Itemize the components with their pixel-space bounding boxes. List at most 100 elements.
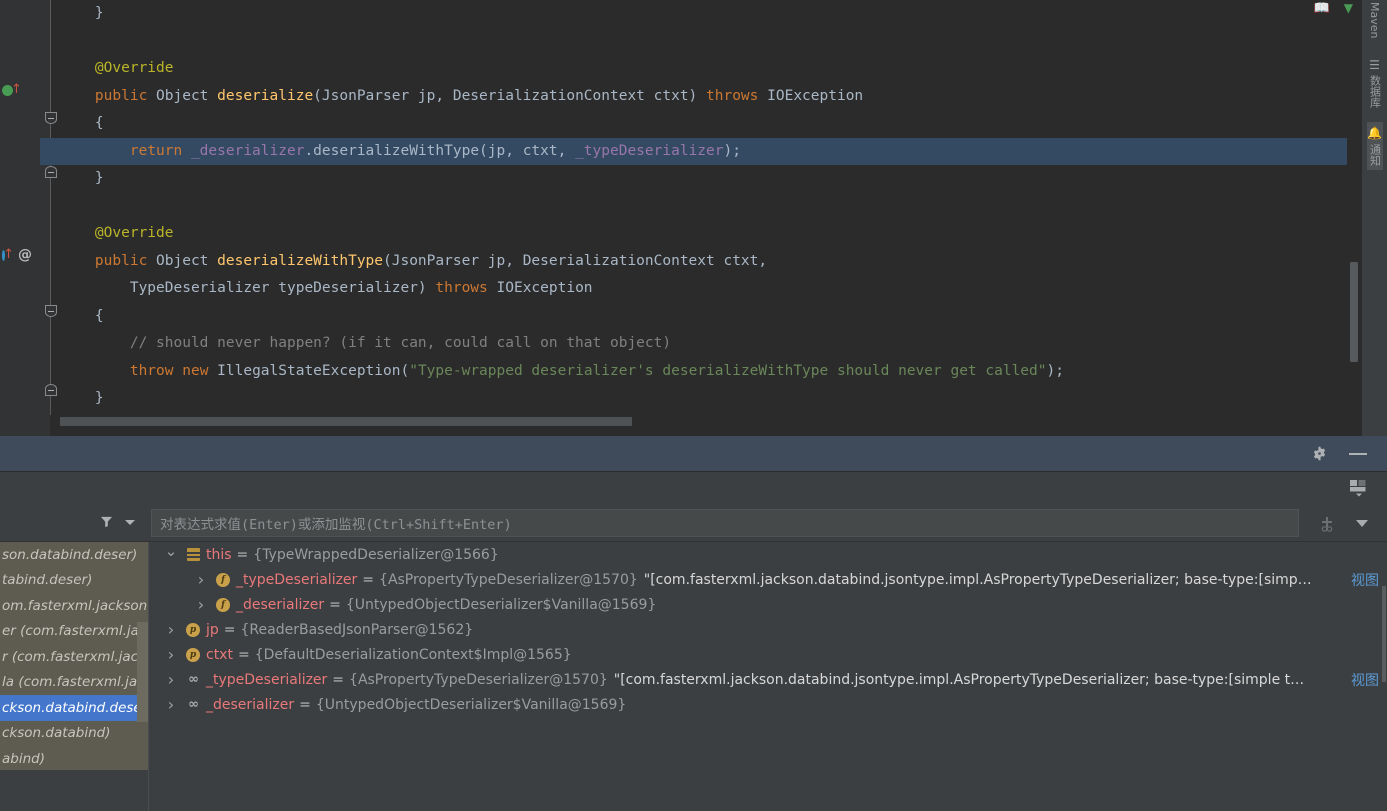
variables-vertical-scrollbar[interactable] <box>1381 542 1387 811</box>
frame-row[interactable]: r (com.fasterxml.jackso <box>0 644 148 670</box>
filter-controls <box>100 513 135 532</box>
chevron-right-icon[interactable] <box>160 670 182 689</box>
debugger-header-bar <box>0 436 1387 472</box>
parameter-glyph: p <box>186 622 200 637</box>
filter-funnel-icon[interactable] <box>100 513 113 532</box>
fold-collapse-icon[interactable] <box>45 384 57 396</box>
minimize-panel-icon[interactable] <box>1349 452 1367 455</box>
scrollbar-thumb[interactable] <box>1350 262 1358 362</box>
equals-sign: = <box>332 671 345 688</box>
variable-row[interactable]: pjp={ReaderBasedJsonParser@1562} <box>160 617 1387 642</box>
annotation-at-icon: @ <box>18 247 32 263</box>
variable-name: _deserializer <box>236 596 325 613</box>
evaluate-expression-input[interactable]: 对表达式求值(Enter)或添加监视(Ctrl+Shift+Enter) <box>151 508 1299 537</box>
variables-tree[interactable]: this={TypeWrappedDeserializer@1566}f_typ… <box>160 542 1387 717</box>
inspection-ok-check-icon[interactable]: ▼ <box>1344 1 1353 15</box>
code-token: (JsonParser jp, DeserializationContext c… <box>313 87 707 104</box>
code-line[interactable]: } <box>60 0 1361 28</box>
variable-string-preview: "[com.fasterxml.jackson.databind.jsontyp… <box>643 571 1312 588</box>
right-tool-stripe[interactable]: Maven ☰ 数据库 🔔 通知 <box>1361 0 1387 436</box>
code-line[interactable]: public Object deserializeWithType(JsonPa… <box>60 248 1361 276</box>
frame-row[interactable]: abind) <box>0 746 148 772</box>
code-token: } <box>94 170 104 186</box>
frame-row[interactable]: ckson.databind.deser.i <box>0 695 148 721</box>
code-token: // should never happen? (if it can, coul… <box>129 335 672 351</box>
documentation-book-icon[interactable]: 📖 <box>1314 1 1330 16</box>
variable-name: _deserializer <box>206 696 295 713</box>
code-text[interactable]: } @Override public Object deserialize(Js… <box>40 0 1387 420</box>
editor-horizontal-scrollbar[interactable] <box>50 415 1361 427</box>
code-line[interactable]: { <box>60 303 1361 331</box>
settings-gear-icon[interactable] <box>1312 446 1327 461</box>
frame-row[interactable]: om.fasterxml.jackson.d <box>0 593 148 619</box>
fold-collapse-icon[interactable] <box>45 305 57 317</box>
watch-dropdown-caret-icon[interactable] <box>1355 513 1369 532</box>
variable-row[interactable]: ∞ _deserializer={UntypedObjectDeserialize… <box>160 692 1387 717</box>
tool-button-notifications[interactable]: 🔔 通知 <box>1366 122 1383 171</box>
code-line[interactable]: return _deserializer.deserializeWithType… <box>40 137 1387 165</box>
variable-row[interactable]: pctxt={DefaultDeserializationContext$Imp… <box>160 642 1387 667</box>
variable-value: {AsPropertyTypeDeserializer@1570} <box>379 571 638 588</box>
code-line[interactable]: TypeDeserializer typeDeserializer) throw… <box>60 275 1361 303</box>
fold-collapse-icon[interactable] <box>45 112 57 124</box>
variable-row[interactable]: f _deserializer={UntypedObjectDeserialize… <box>160 592 1387 617</box>
tool-button-maven[interactable]: Maven <box>1368 0 1381 42</box>
frames-list[interactable]: son.databind.deser) tabind.deser) om.faste… <box>0 542 148 770</box>
variable-value: {ReaderBasedJsonParser@1562} <box>240 621 474 638</box>
editor-vertical-scrollbar[interactable] <box>1347 0 1361 420</box>
variable-value: {DefaultDeserializationContext$Impl@1565… <box>254 646 572 663</box>
chevron-right-icon[interactable] <box>160 645 182 664</box>
view-value-link[interactable]: 视图 <box>1351 570 1379 590</box>
chevron-right-icon[interactable] <box>190 570 212 589</box>
panel-divider[interactable] <box>148 542 160 811</box>
frame-row[interactable]: son.databind.deser) <box>0 542 148 568</box>
variable-row[interactable]: this={TypeWrappedDeserializer@1566} <box>160 542 1387 567</box>
add-watch-icon[interactable] <box>1317 514 1335 532</box>
chevron-right-icon[interactable] <box>160 695 182 714</box>
code-token: "Type-wrapped deserializer's deserialize… <box>409 362 1047 379</box>
code-token: throw <box>129 362 183 379</box>
code-token: _deserializer <box>190 142 305 159</box>
frame-label: r (com.fasterxml.jackso <box>2 648 148 665</box>
editor-gutter[interactable] <box>0 0 42 436</box>
code-line[interactable]: } <box>60 385 1361 413</box>
code-line[interactable]: public Object deserialize(JsonParser jp,… <box>60 83 1361 111</box>
chevron-right-icon[interactable] <box>160 620 182 639</box>
frame-row[interactable]: la (com.fasterxml.jacks <box>0 670 148 696</box>
code-line[interactable]: @Override <box>60 220 1361 248</box>
fold-collapse-icon[interactable] <box>45 166 57 178</box>
tool-button-database[interactable]: ☰ 数据库 <box>1367 54 1383 112</box>
frame-row[interactable]: ckson.databind) <box>0 721 148 747</box>
scrollbar-thumb[interactable] <box>60 417 632 426</box>
evaluate-expression-placeholder: 对表达式求值(Enter)或添加监视(Ctrl+Shift+Enter) <box>160 516 512 533</box>
variable-row[interactable]: ∞ _typeDeserializer={AsPropertyTypeDeseri… <box>160 667 1387 692</box>
frame-label: abind) <box>2 750 45 767</box>
code-line[interactable]: @Override <box>60 55 1361 83</box>
code-line[interactable]: throw new IllegalStateException("Type-wr… <box>60 358 1361 386</box>
filter-dropdown-caret-icon[interactable] <box>125 520 135 525</box>
code-line[interactable]: } <box>60 165 1361 193</box>
frame-row[interactable]: tabind.deser) <box>0 568 148 594</box>
scrollbar-thumb[interactable] <box>1382 586 1386 682</box>
code-line[interactable]: // should never happen? (if it can, coul… <box>60 330 1361 358</box>
override-marker-blue-icon[interactable]: ↑ @ <box>2 247 32 263</box>
code-token: ); <box>723 142 741 159</box>
code-token: } <box>94 5 104 21</box>
variables-panel[interactable]: this={TypeWrappedDeserializer@1566}f_typ… <box>160 542 1387 811</box>
code-line[interactable] <box>60 193 1361 221</box>
layout-settings-icon[interactable] <box>1349 479 1369 501</box>
code-token: IOException <box>767 87 864 104</box>
chevron-right-icon[interactable] <box>190 595 212 614</box>
view-value-link[interactable]: 视图 <box>1351 670 1379 690</box>
editor-fold-stripe[interactable] <box>42 0 50 436</box>
code-line[interactable] <box>60 28 1361 56</box>
code-token: IOException <box>496 280 593 296</box>
override-marker-green-icon[interactable]: ↑ <box>2 82 32 98</box>
chevron-down-icon[interactable] <box>160 546 182 564</box>
frame-row[interactable]: er (com.fasterxml.jack <box>0 619 148 645</box>
watch-glasses-icon: ∞ <box>182 672 204 687</box>
frames-scrollbar-thumb[interactable] <box>137 622 148 722</box>
code-line[interactable]: { <box>60 110 1361 138</box>
code-editor[interactable]: ↑ ↑ @ } @Override public Object deserial… <box>0 0 1387 436</box>
variable-row[interactable]: f _typeDeserializer={AsPropertyTypeDeseri… <box>160 567 1387 592</box>
